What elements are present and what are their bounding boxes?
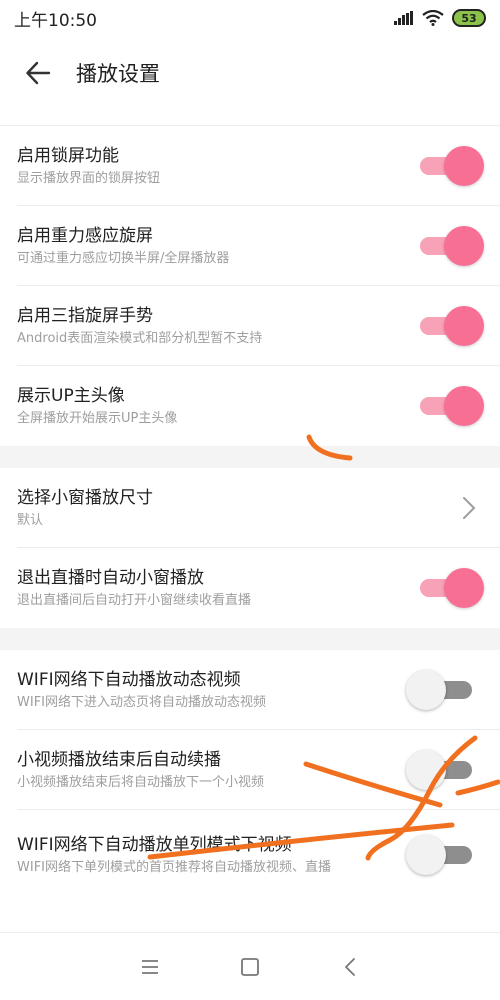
section-divider <box>0 628 500 650</box>
setting-title: 选择小窗播放尺寸 <box>17 488 153 508</box>
chevron-right-icon <box>463 497 475 519</box>
setting-row-up-avatar[interactable]: 展示UP主头像 全屏播放开始展示UP主头像 <box>0 366 500 446</box>
setting-subtitle: WIFI网络下单列模式的首页推荐将自动播放视频、直播 <box>17 860 331 875</box>
toggle-knob <box>444 386 484 426</box>
home-icon[interactable] <box>239 956 261 978</box>
lock-screen-toggle[interactable] <box>420 146 484 186</box>
setting-row-three-finger[interactable]: 启用三指旋屏手势 Android表面渲染模式和部分机型暂不支持 <box>0 286 500 366</box>
wifi-single-column-autoplay-toggle[interactable] <box>406 835 472 875</box>
setting-row-wifi-single-column-autoplay[interactable]: WIFI网络下自动播放单列模式下视频 WIFI网络下单列模式的首页推荐将自动播放… <box>0 810 500 900</box>
wifi-dynamic-autoplay-toggle[interactable] <box>406 670 472 710</box>
setting-row-short-video-continue[interactable]: 小视频播放结束后自动续播 小视频播放结束后将自动播放下一个小视频 <box>0 730 500 810</box>
three-finger-toggle[interactable] <box>420 306 484 346</box>
back-nav-icon[interactable] <box>339 956 361 978</box>
top-spacer <box>0 110 500 126</box>
toggle-knob <box>406 750 446 790</box>
short-video-continue-toggle[interactable] <box>406 750 472 790</box>
toggle-knob <box>444 306 484 346</box>
wifi-icon <box>422 10 444 26</box>
settings-list: 启用锁屏功能 显示播放界面的锁屏按钮 启用重力感应旋屏 可通过重力感应切换半屏/… <box>0 110 500 900</box>
page-title: 播放设置 <box>76 62 160 86</box>
setting-subtitle: 默认 <box>17 513 44 528</box>
toggle-knob <box>406 835 446 875</box>
status-time: 上午10:50 <box>14 10 97 31</box>
battery-level: 53 <box>461 11 477 25</box>
arrow-left-icon <box>26 61 51 85</box>
setting-row-mini-window-size[interactable]: 选择小窗播放尺寸 默认 <box>0 468 500 548</box>
up-avatar-toggle[interactable] <box>420 386 484 426</box>
back-button[interactable] <box>0 36 76 110</box>
gravity-rotate-toggle[interactable] <box>420 226 484 266</box>
battery-icon: 53 <box>452 9 486 27</box>
toggle-knob <box>444 568 484 608</box>
setting-row-live-mini-window[interactable]: 退出直播时自动小窗播放 退出直播间后自动打开小窗继续收看直播 <box>0 548 500 628</box>
setting-row-wifi-dynamic-autoplay[interactable]: WIFI网络下自动播放动态视频 WIFI网络下进入动态页将自动播放动态视频 <box>0 650 500 730</box>
toggle-knob <box>406 670 446 710</box>
status-icons: 53 <box>394 9 486 27</box>
app-bar: 播放设置 <box>0 36 500 110</box>
menu-icon[interactable] <box>139 958 161 976</box>
setting-row-gravity-rotate[interactable]: 启用重力感应旋屏 可通过重力感应切换半屏/全屏播放器 <box>0 206 500 286</box>
toggle-knob <box>444 146 484 186</box>
setting-row-lock-screen[interactable]: 启用锁屏功能 显示播放界面的锁屏按钮 <box>0 126 500 206</box>
navigation-bar <box>0 932 500 1000</box>
status-bar: 上午10:50 53 <box>0 0 500 36</box>
live-mini-window-toggle[interactable] <box>420 568 484 608</box>
toggle-knob <box>444 226 484 266</box>
section-divider <box>0 446 500 468</box>
signal-icon <box>394 11 413 25</box>
